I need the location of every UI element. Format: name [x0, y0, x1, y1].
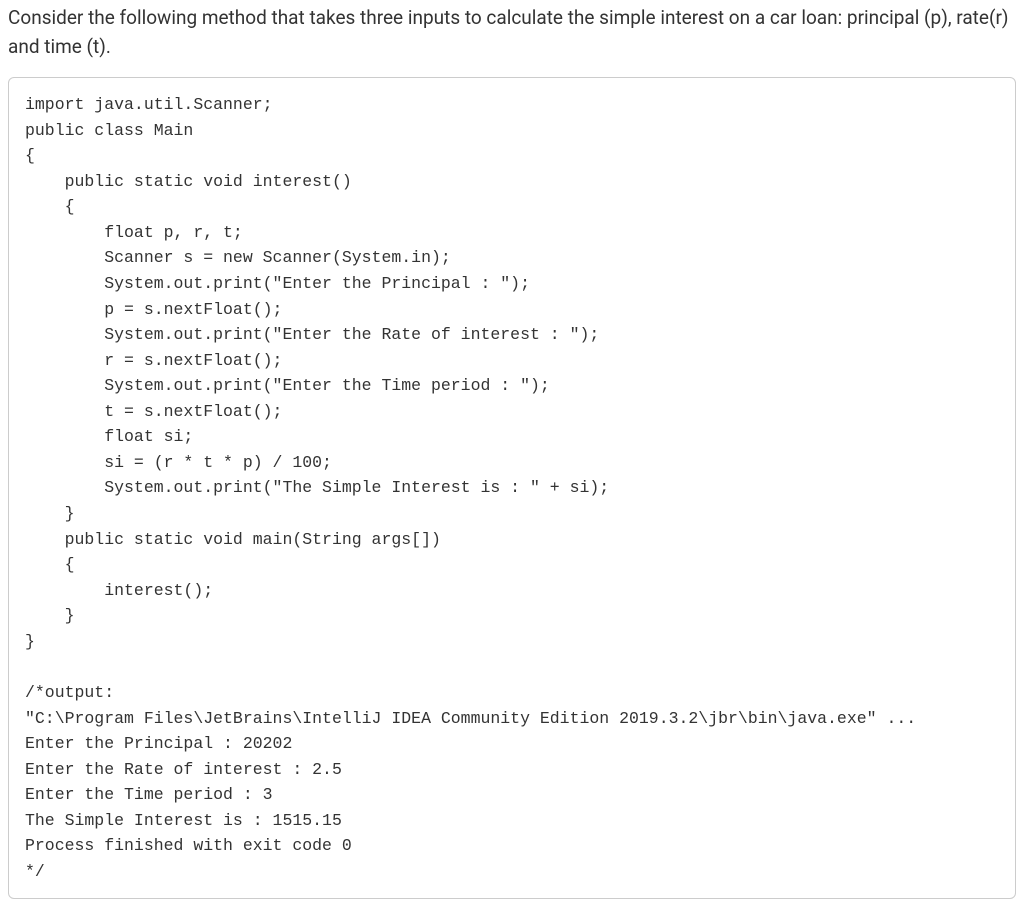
- page-container: Consider the following method that takes…: [0, 0, 1024, 907]
- question-text: Consider the following method that takes…: [8, 4, 1016, 61]
- code-block: import java.util.Scanner; public class M…: [8, 77, 1016, 899]
